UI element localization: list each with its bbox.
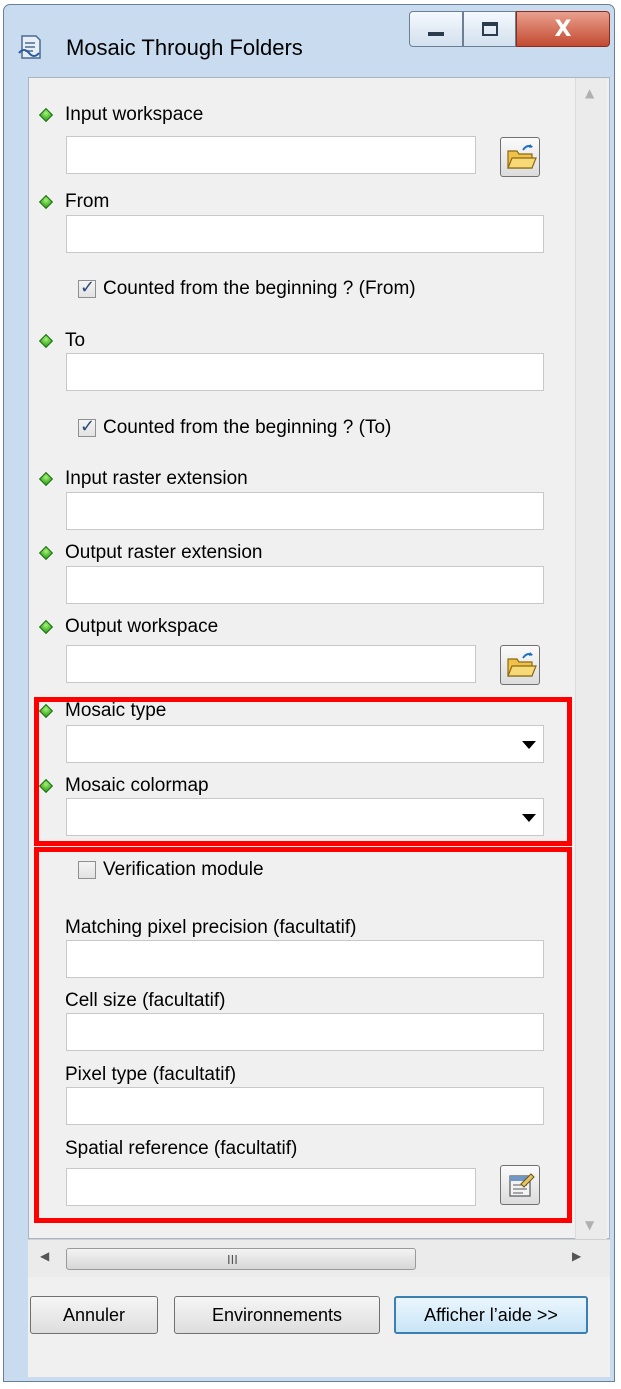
maximize-icon	[481, 22, 498, 36]
input-workspace-browse-button[interactable]	[500, 137, 540, 177]
button-bar: Annuler Environnements Afficher l’aide >…	[28, 1277, 610, 1377]
to-field[interactable]	[66, 353, 544, 391]
open-folder-icon	[507, 652, 537, 677]
input-raster-extension-label: Input raster extension	[65, 468, 248, 489]
script-tool-icon	[18, 35, 41, 59]
scroll-right-icon[interactable]: ▶	[572, 1249, 581, 1263]
horizontal-scroll-thumb[interactable]: III	[66, 1248, 416, 1270]
highlight-box-optional-params	[34, 847, 572, 1223]
to-counted-checkbox[interactable]: ✓	[78, 416, 96, 437]
scroll-down-icon[interactable]: ▼	[585, 1218, 594, 1232]
maximize-button[interactable]	[463, 11, 516, 47]
scroll-left-icon[interactable]: ◀	[40, 1249, 49, 1263]
output-raster-extension-label: Output raster extension	[65, 542, 263, 563]
output-workspace-label: Output workspace	[65, 616, 219, 637]
show-help-button[interactable]: Afficher l’aide >>	[394, 1296, 588, 1334]
to-label: To	[65, 330, 86, 351]
minimize-icon	[428, 32, 444, 36]
output-workspace-field[interactable]	[66, 645, 476, 683]
minimize-button[interactable]	[409, 11, 463, 47]
output-workspace-browse-button[interactable]	[500, 645, 540, 685]
checkmark-icon: ✓	[80, 277, 96, 298]
scroll-up-icon[interactable]: ▲	[585, 86, 594, 100]
horizontal-scrollbar[interactable]: ◀ III ▶	[28, 1239, 610, 1277]
close-button[interactable]: X	[516, 11, 610, 47]
from-field[interactable]	[66, 215, 544, 253]
title-bar[interactable]: Mosaic Through Folders X	[4, 5, 614, 85]
highlight-box-mosaic-options	[34, 697, 572, 846]
open-folder-icon	[507, 144, 537, 169]
cancel-button[interactable]: Annuler	[30, 1296, 158, 1334]
close-icon: X	[554, 16, 572, 42]
input-workspace-label: Input workspace	[65, 104, 204, 125]
vertical-scrollbar[interactable]: ▲ ▼	[575, 78, 607, 1239]
from-label: From	[65, 191, 110, 212]
from-counted-checkbox[interactable]: ✓	[78, 277, 96, 298]
input-workspace-field[interactable]	[66, 136, 476, 174]
to-counted-label: Counted from the beginning ? (To)	[103, 417, 392, 438]
environments-button[interactable]: Environnements	[174, 1296, 380, 1334]
checkmark-icon: ✓	[80, 416, 96, 437]
scroll-grip: III	[227, 1252, 238, 1267]
window-title: Mosaic Through Folders	[66, 35, 303, 60]
from-counted-label: Counted from the beginning ? (From)	[103, 278, 416, 299]
input-raster-extension-field[interactable]	[66, 492, 544, 530]
output-raster-extension-field[interactable]	[66, 566, 544, 604]
